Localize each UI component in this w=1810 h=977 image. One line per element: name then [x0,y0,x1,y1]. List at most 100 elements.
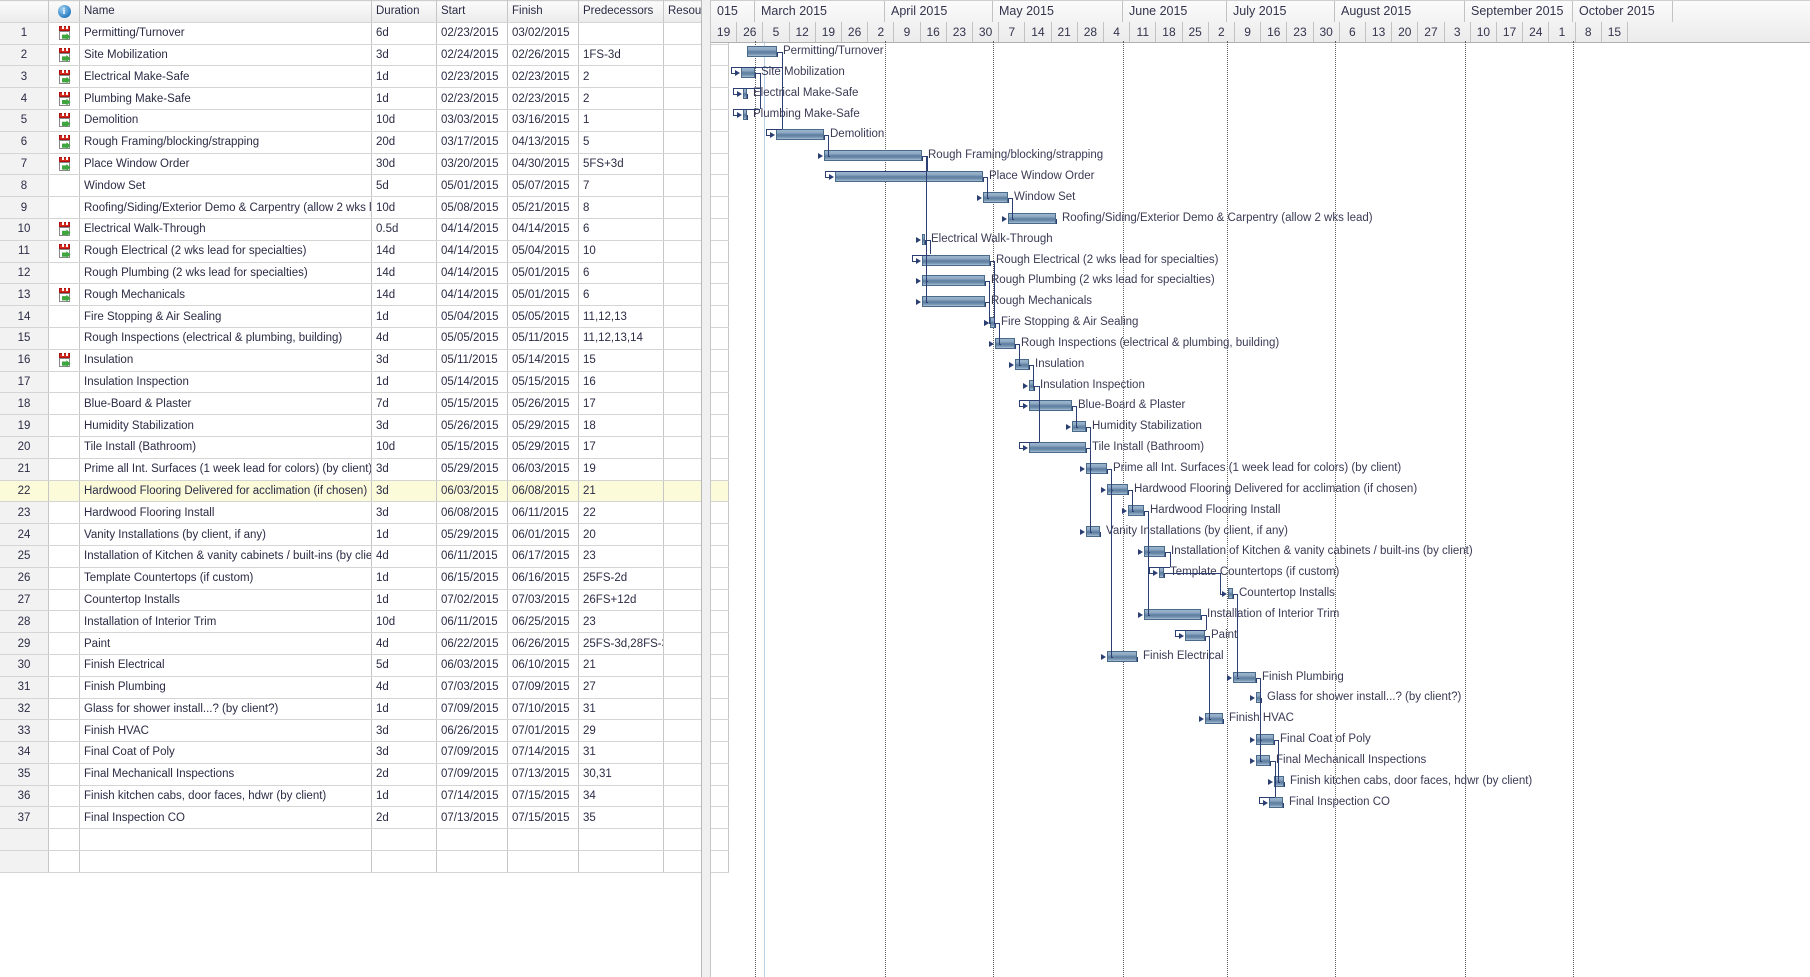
table-row-empty[interactable] [0,851,729,873]
gantt-bar[interactable] [1256,734,1274,745]
row-start-cell[interactable]: 07/02/2015 [437,589,508,611]
gantt-bar[interactable] [824,150,922,161]
row-finish-cell[interactable]: 05/04/2015 [508,240,579,262]
row-indicator-cell[interactable] [49,480,80,502]
row-indicator-cell[interactable] [49,88,80,110]
row-indicator-cell[interactable] [49,262,80,284]
row-predecessors-cell[interactable] [579,22,664,44]
row-finish-cell[interactable]: 03/16/2015 [508,109,579,131]
row-predecessors-cell[interactable]: 31 [579,742,664,764]
row-start-cell[interactable]: 07/09/2015 [437,742,508,764]
gantt-bar[interactable] [1185,630,1205,641]
table-row[interactable]: 37Final Inspection CO2d07/13/201507/15/2… [0,807,729,829]
row-predecessors-cell[interactable]: 21 [579,654,664,676]
row-start-cell[interactable]: 07/03/2015 [437,676,508,698]
row-duration-cell[interactable] [372,829,437,851]
row-duration-cell[interactable]: 14d [372,284,437,306]
table-row[interactable]: 24Vanity Installations (by client, if an… [0,524,729,546]
row-start-cell[interactable]: 05/15/2015 [437,393,508,415]
row-finish-cell[interactable] [508,829,579,851]
row-indicator-cell[interactable] [49,66,80,88]
row-finish-cell[interactable]: 06/11/2015 [508,502,579,524]
row-name-cell[interactable]: Rough Electrical (2 wks lead for special… [80,240,372,262]
row-duration-cell[interactable]: 14d [372,240,437,262]
row-finish-cell[interactable]: 05/07/2015 [508,175,579,197]
row-duration-cell[interactable]: 5d [372,175,437,197]
row-start-cell[interactable]: 06/11/2015 [437,545,508,567]
row-finish-cell[interactable]: 05/14/2015 [508,349,579,371]
row-predecessors-cell[interactable]: 1 [579,109,664,131]
table-row[interactable]: 17Insulation Inspection1d05/14/201505/15… [0,371,729,393]
row-indicator-cell[interactable] [49,284,80,306]
row-finish-cell[interactable]: 06/17/2015 [508,545,579,567]
row-start-cell[interactable]: 02/23/2015 [437,88,508,110]
row-indicator-cell[interactable] [49,851,80,873]
row-predecessors-cell[interactable]: 19 [579,458,664,480]
row-indicator-cell[interactable] [49,44,80,66]
row-duration-cell[interactable]: 3d [372,480,437,502]
row-start-cell[interactable]: 07/09/2015 [437,698,508,720]
row-duration-cell[interactable]: 4d [372,676,437,698]
row-duration-cell[interactable]: 10d [372,197,437,219]
row-indicator-cell[interactable] [49,654,80,676]
row-finish-cell[interactable]: 05/21/2015 [508,197,579,219]
row-finish-cell[interactable]: 07/01/2015 [508,720,579,742]
row-finish-cell[interactable]: 04/13/2015 [508,131,579,153]
row-predecessors-cell[interactable]: 2 [579,66,664,88]
row-start-cell[interactable]: 05/01/2015 [437,175,508,197]
row-indicator-cell[interactable] [49,589,80,611]
gantt-bar[interactable] [1029,400,1072,411]
column-header-indicators[interactable]: i [49,1,80,23]
row-indicator-cell[interactable] [49,502,80,524]
row-start-cell[interactable]: 05/11/2015 [437,349,508,371]
row-name-cell[interactable]: Glass for shower install...? (by client?… [80,698,372,720]
row-start-cell[interactable]: 04/14/2015 [437,284,508,306]
table-row[interactable]: 21Prime all Int. Surfaces (1 week lead f… [0,458,729,480]
row-finish-cell[interactable]: 07/09/2015 [508,676,579,698]
row-name-cell[interactable]: Site Mobilization [80,44,372,66]
row-duration-cell[interactable]: 2d [372,807,437,829]
row-finish-cell[interactable] [508,851,579,873]
row-predecessors-cell[interactable]: 5FS+3d [579,153,664,175]
row-predecessors-cell[interactable]: 29 [579,720,664,742]
row-predecessors-cell[interactable]: 20 [579,524,664,546]
row-duration-cell[interactable]: 1d [372,371,437,393]
row-duration-cell[interactable]: 1d [372,88,437,110]
row-predecessors-cell[interactable]: 31 [579,698,664,720]
row-duration-cell[interactable]: 10d [372,109,437,131]
row-finish-cell[interactable]: 02/23/2015 [508,88,579,110]
row-duration-cell[interactable]: 3d [372,44,437,66]
row-name-cell[interactable]: Place Window Order [80,153,372,175]
row-predecessors-cell[interactable]: 11,12,13,14 [579,327,664,349]
row-finish-cell[interactable]: 06/01/2015 [508,524,579,546]
column-header-duration[interactable]: Duration [372,1,437,23]
row-predecessors-cell[interactable]: 11,12,13 [579,306,664,328]
row-predecessors-cell[interactable]: 6 [579,218,664,240]
row-start-cell[interactable]: 06/08/2015 [437,502,508,524]
row-indicator-cell[interactable] [49,349,80,371]
row-start-cell[interactable]: 05/29/2015 [437,524,508,546]
row-start-cell[interactable]: 06/15/2015 [437,567,508,589]
gantt-bar[interactable] [1029,442,1086,453]
row-finish-cell[interactable]: 02/26/2015 [508,44,579,66]
gantt-bar[interactable] [1072,421,1086,432]
row-finish-cell[interactable]: 06/26/2015 [508,633,579,655]
row-name-cell[interactable]: Electrical Make-Safe [80,66,372,88]
table-row[interactable]: 4Plumbing Make-Safe1d02/23/201502/23/201… [0,88,729,110]
row-indicator-cell[interactable] [49,393,80,415]
gantt-scroll-area[interactable]: 015March 2015April 2015May 2015June 2015… [711,0,1810,977]
row-name-cell[interactable]: Humidity Stabilization [80,415,372,437]
row-finish-cell[interactable]: 05/11/2015 [508,327,579,349]
gantt-bar[interactable] [776,129,824,140]
gantt-bar[interactable] [747,46,777,57]
row-indicator-cell[interactable] [49,698,80,720]
row-finish-cell[interactable]: 04/30/2015 [508,153,579,175]
row-indicator-cell[interactable] [49,218,80,240]
row-duration-cell[interactable]: 1d [372,785,437,807]
row-indicator-cell[interactable] [49,785,80,807]
row-finish-cell[interactable]: 02/23/2015 [508,66,579,88]
row-duration-cell[interactable]: 4d [372,545,437,567]
table-row[interactable]: 25Installation of Kitchen & vanity cabin… [0,545,729,567]
row-indicator-cell[interactable] [49,131,80,153]
row-predecessors-cell[interactable]: 6 [579,284,664,306]
